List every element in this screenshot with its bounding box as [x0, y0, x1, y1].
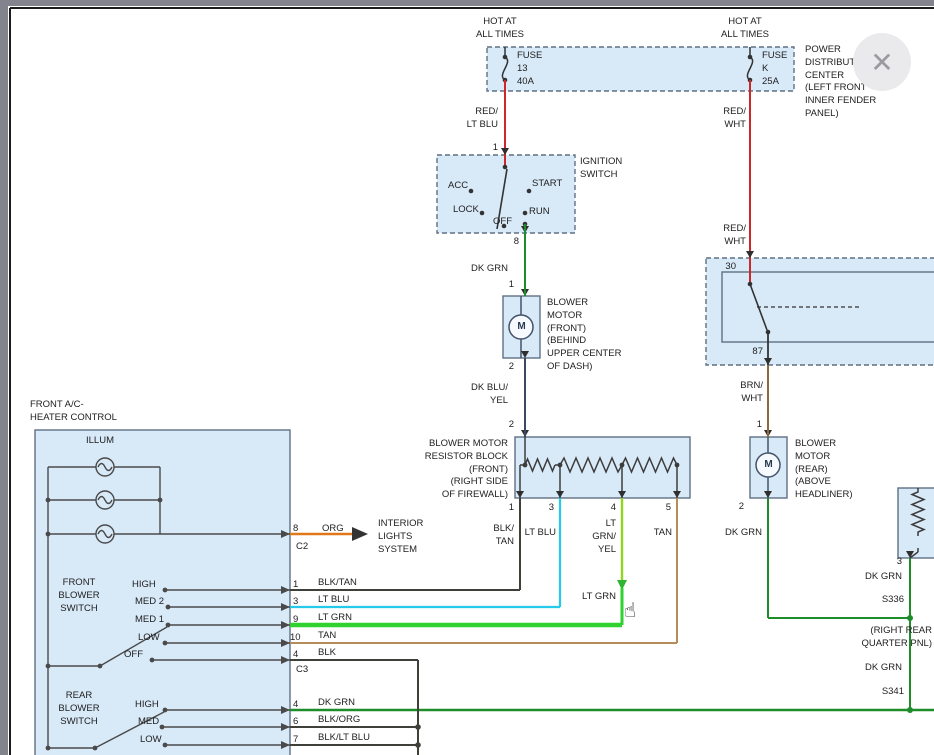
pin-9-color: LT GRN — [318, 612, 352, 625]
ignition-pos-off: OFF — [493, 216, 512, 229]
resistor-pin-1: 1 — [500, 502, 514, 515]
rear-motor-pin-out: 2 — [730, 501, 744, 514]
close-button[interactable]: ✕ — [853, 33, 911, 91]
front-blower-switch-label: FRONT BLOWER SWITCH — [51, 577, 107, 615]
wire-label-tan: TAN — [634, 527, 672, 540]
resistor-pin-4: 4 — [602, 502, 616, 515]
front-motor-label: BLOWER MOTOR (FRONT) (BEHIND UPPER CENTE… — [547, 297, 621, 374]
splice-s341: S341 — [864, 686, 904, 699]
pin-3-num: 3 — [293, 596, 298, 609]
rear-resistor-pin-3: 3 — [888, 556, 902, 569]
illum-label: ILLUM — [86, 435, 114, 448]
diagram-viewer: HOT AT ALL TIMES HOT AT ALL TIMES FUSE 1… — [0, 0, 934, 755]
wire-label-red-wht-upper: RED/ WHT — [702, 106, 746, 132]
rear-switch-high[interactable]: HIGH — [135, 699, 159, 712]
resistor-pin-5: 5 — [657, 502, 671, 515]
rear-switch-low[interactable]: LOW — [140, 734, 162, 747]
front-switch-med1[interactable]: MED 1 — [135, 614, 164, 627]
pin-7-num: 7 — [293, 734, 298, 747]
pin-7-color: BLK/LT BLU — [318, 732, 370, 745]
wire-label-dkblu-yel: DK BLU/ YEL — [460, 382, 508, 408]
relay-pin-87: 87 — [745, 346, 763, 359]
pin-4-color: BLK — [318, 647, 336, 660]
rear-motor-pin-in: 1 — [748, 419, 762, 432]
wire-label-blk-tan: BLK/ TAN — [478, 523, 514, 549]
pin-1-num: 1 — [293, 579, 298, 592]
hot-at-all-times-right: HOT AT ALL TIMES — [700, 16, 790, 42]
front-switch-med2[interactable]: MED 2 — [135, 596, 164, 609]
ignition-pos-acc: ACC — [448, 180, 468, 193]
front-switch-off[interactable]: OFF — [124, 649, 143, 662]
pin-1-color: BLK/TAN — [318, 577, 357, 590]
wire-lt-grn-yel — [617, 498, 627, 590]
wire-label-lt-grn-yel: LT GRN/ YEL — [580, 518, 616, 556]
fuse-k-label: FUSE K 25A — [762, 50, 787, 88]
wire-label-dkgrn-rear: DK GRN — [714, 527, 762, 540]
rear-blower-switch-label: REAR BLOWER SWITCH — [51, 690, 107, 728]
pin-3-color: LT BLU — [318, 594, 349, 607]
pin-4r-num: 4 — [293, 699, 298, 712]
ignition-pin-out: 8 — [505, 236, 519, 249]
interior-lights-note: INTERIOR LIGHTS SYSTEM — [378, 518, 423, 556]
splice-location: (RIGHT REAR QUARTER PNL) — [830, 625, 932, 651]
pin-8-num: 8 — [293, 523, 298, 536]
splice-s336: S336 — [864, 594, 904, 607]
wire-label-lt-grn: LT GRN — [578, 591, 616, 604]
front-switch-high[interactable]: HIGH — [132, 579, 156, 592]
wire-label-brn-wht: BRN/ WHT — [719, 380, 763, 406]
pin-4-num: 4 — [293, 649, 298, 662]
ignition-pin-in: 1 — [484, 142, 498, 155]
interior-lights-arrow — [352, 527, 368, 541]
front-switch-low[interactable]: LOW — [138, 632, 160, 645]
close-icon: ✕ — [870, 46, 893, 79]
wire-label-dkgrn-s341: DK GRN — [854, 662, 902, 675]
wire-label-red-ltblu: RED/ LT BLU — [450, 106, 498, 132]
pin-4r-color: DK GRN — [318, 697, 355, 710]
pin-6-num: 6 — [293, 716, 298, 729]
pin-9-num: 9 — [293, 614, 298, 627]
front-motor-pin-in: 1 — [500, 279, 514, 292]
control-title: FRONT A/C- HEATER CONTROL — [30, 399, 117, 425]
pin-6-color: BLK/ORG — [318, 714, 360, 727]
ignition-pos-lock: LOCK — [453, 204, 479, 217]
wire-label-dkgrn-ign: DK GRN — [460, 263, 508, 276]
resistor-label: BLOWER MOTOR RESISTOR BLOCK (FRONT) (RIG… — [390, 438, 508, 502]
hot-at-all-times-left: HOT AT ALL TIMES — [455, 16, 545, 42]
rear-switch-med[interactable]: MED — [138, 716, 159, 729]
front-motor-m: M — [514, 321, 529, 334]
connector-c3: C3 — [296, 664, 308, 677]
window-left-edge — [0, 0, 8, 755]
connector-c2: C2 — [296, 541, 308, 554]
rear-motor-m: M — [761, 459, 776, 472]
wire-label-lt-blu: LT BLU — [518, 527, 556, 540]
fuse-13-label: FUSE 13 40A — [517, 50, 542, 88]
ignition-title: IGNITION SWITCH — [580, 156, 622, 182]
front-motor-pin-out: 2 — [500, 361, 514, 374]
pointer-cursor: ☝ — [624, 598, 636, 623]
relay-pin-30: 30 — [718, 261, 736, 274]
relay-box — [706, 258, 934, 365]
wire-label-dkgrn-s336: DK GRN — [854, 571, 902, 584]
window-top-edge — [0, 0, 934, 6]
rear-motor-label: BLOWER MOTOR (REAR) (ABOVE HEADLINER) — [795, 438, 853, 502]
ignition-pos-run: RUN — [529, 206, 550, 219]
pin-10-num: 10 — [290, 632, 301, 645]
resistor-pin-3: 3 — [540, 502, 554, 515]
ignition-pos-start: START — [532, 178, 562, 191]
pin-10-color: TAN — [318, 630, 336, 643]
pin-8-color: ORG — [322, 523, 344, 536]
resistor-pin-in: 2 — [500, 419, 514, 432]
wire-label-red-wht-lower: RED/ WHT — [702, 223, 746, 249]
